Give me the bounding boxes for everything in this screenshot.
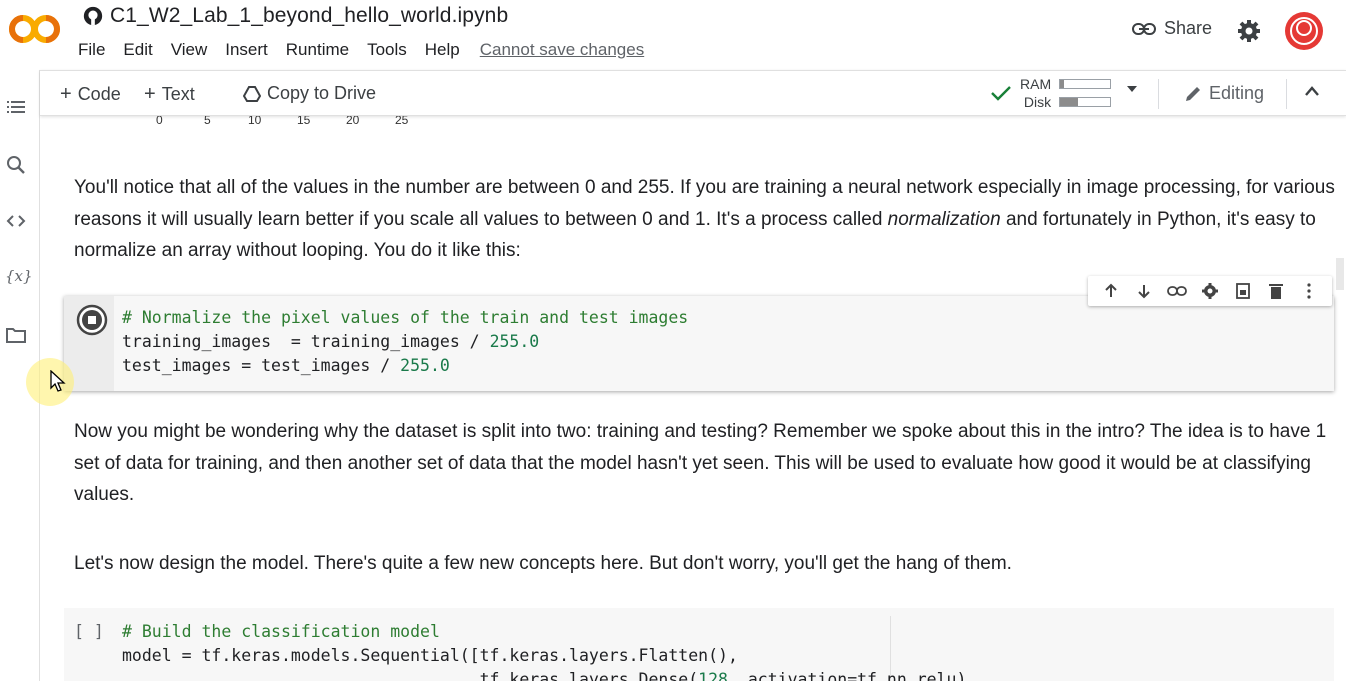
add-code-label: Code <box>77 84 121 104</box>
text-cell-design-model[interactable]: Let's now design the model. There's quit… <box>74 548 1344 580</box>
toolbar-divider <box>1286 79 1287 109</box>
para-emphasis: normalization <box>887 208 1001 230</box>
notebook-title[interactable]: C1_W2_Lab_1_beyond_hello_world.ipynb <box>110 4 508 28</box>
plus-icon: + <box>144 83 156 105</box>
code-comment: # Normalize the pixel values of the trai… <box>122 308 689 327</box>
disk-label: Disk <box>1023 94 1052 110</box>
mouse-cursor-icon <box>50 370 66 392</box>
chevron-up-icon <box>1305 86 1319 96</box>
tick-label: 25 <box>395 116 409 127</box>
code-line: training_images = training_images / <box>122 332 490 351</box>
add-text-label: Text <box>161 84 195 104</box>
toolbar-divider <box>1158 79 1159 109</box>
checkmark-icon <box>991 86 1011 101</box>
tick-label: 5 <box>204 116 211 127</box>
tick-label: 15 <box>297 116 311 127</box>
more-options-icon[interactable] <box>1298 280 1320 302</box>
cannot-save-link[interactable]: Cannot save changes <box>480 40 652 60</box>
mirror-cell-icon[interactable] <box>1232 280 1254 302</box>
menu-insert[interactable]: Insert <box>225 40 276 60</box>
caret-down-icon <box>1127 86 1137 92</box>
ram-usage-bar <box>1059 79 1112 89</box>
copy-to-drive-button[interactable]: Copy to Drive <box>243 83 376 104</box>
cell-settings-icon[interactable] <box>1199 280 1221 302</box>
code-snippets-icon[interactable] <box>5 210 27 232</box>
add-text-button[interactable]: + Text <box>144 83 195 106</box>
cell-toolbar <box>1088 276 1332 306</box>
move-cell-up-icon[interactable] <box>1100 280 1122 302</box>
editing-mode-button[interactable]: Editing <box>1183 83 1264 104</box>
link-icon <box>1132 22 1156 35</box>
gear-icon[interactable] <box>1237 19 1261 43</box>
app-header: C1_W2_Lab_1_beyond_hello_world.ipynb Fil… <box>0 0 1346 70</box>
code-number: 255.0 <box>489 332 540 351</box>
github-icon <box>83 6 103 26</box>
menu-edit[interactable]: Edit <box>123 40 160 60</box>
search-icon[interactable] <box>5 154 27 176</box>
code-cell-build-model[interactable]: [ ] # Build the classification model mod… <box>64 608 1334 681</box>
menu-runtime[interactable]: Runtime <box>286 40 357 60</box>
menu-file[interactable]: File <box>78 40 113 60</box>
code-line: tf.keras.layers.Dense( <box>122 670 699 681</box>
stop-execution-icon[interactable] <box>76 304 108 336</box>
plus-icon: + <box>60 83 72 105</box>
notebook-content: 0 5 10 15 20 25 You'll notice that all o… <box>40 116 1346 681</box>
tick-label: 10 <box>248 116 262 127</box>
colab-logo[interactable] <box>8 12 62 46</box>
notebook-toolbar: + Code + Text Copy to Drive RAM Disk Edi… <box>40 70 1346 116</box>
code-editor[interactable]: # Build the classification model model =… <box>122 620 976 681</box>
copy-to-drive-label: Copy to Drive <box>267 83 377 103</box>
resource-monitor[interactable]: RAM Disk <box>990 75 1112 111</box>
code-comment: # Build the classification model <box>122 622 440 641</box>
pencil-icon <box>1186 86 1200 101</box>
menu-bar: File Edit View Insert Runtime Tools Help… <box>78 40 662 60</box>
title-row: C1_W2_Lab_1_beyond_hello_world.ipynb <box>82 4 508 28</box>
drive-icon <box>243 85 261 102</box>
text-cell-normalization[interactable]: You'll notice that all of the values in … <box>74 172 1344 267</box>
code-editor[interactable]: # Normalize the pixel values of the trai… <box>122 306 688 378</box>
collapse-header-button[interactable] <box>1304 85 1320 97</box>
disk-usage-bar <box>1059 97 1112 107</box>
menu-tools[interactable]: Tools <box>367 40 415 60</box>
ram-label: RAM <box>1020 76 1052 92</box>
folder-icon[interactable] <box>5 324 27 346</box>
tick-label: 0 <box>156 116 163 127</box>
link-to-cell-icon[interactable] <box>1166 280 1188 302</box>
runtime-dropdown[interactable] <box>1126 85 1138 93</box>
code-number: 128 <box>698 670 728 681</box>
code-number: 255.0 <box>400 356 450 375</box>
tick-label: 20 <box>346 116 360 127</box>
run-cell-marker[interactable]: [ ] <box>74 620 104 644</box>
delete-cell-icon[interactable] <box>1265 280 1287 302</box>
scrollbar-thumb[interactable] <box>1336 258 1344 290</box>
share-label: Share <box>1164 18 1213 38</box>
avatar[interactable] <box>1284 11 1324 51</box>
resource-bars <box>1059 79 1112 107</box>
menu-view[interactable]: View <box>171 40 216 60</box>
code-line: , activation=tf.nn.relu), <box>727 670 977 681</box>
resource-labels: RAM Disk <box>1020 75 1051 111</box>
editing-label: Editing <box>1209 83 1265 103</box>
variables-icon[interactable]: {x} <box>5 267 33 289</box>
menu-help[interactable]: Help <box>425 40 468 60</box>
text-cell-train-test-split[interactable]: Now you might be wondering why the datas… <box>74 416 1344 511</box>
code-cell-normalize[interactable]: # Normalize the pixel values of the trai… <box>64 296 1334 391</box>
move-cell-down-icon[interactable] <box>1133 280 1155 302</box>
code-line: model = tf.keras.models.Sequential([tf.k… <box>122 646 738 665</box>
share-button[interactable]: Share <box>1132 18 1212 39</box>
add-code-button[interactable]: + Code <box>60 83 121 106</box>
code-line: test_images = test_images / <box>122 356 401 375</box>
table-of-contents-icon[interactable] <box>5 96 27 118</box>
